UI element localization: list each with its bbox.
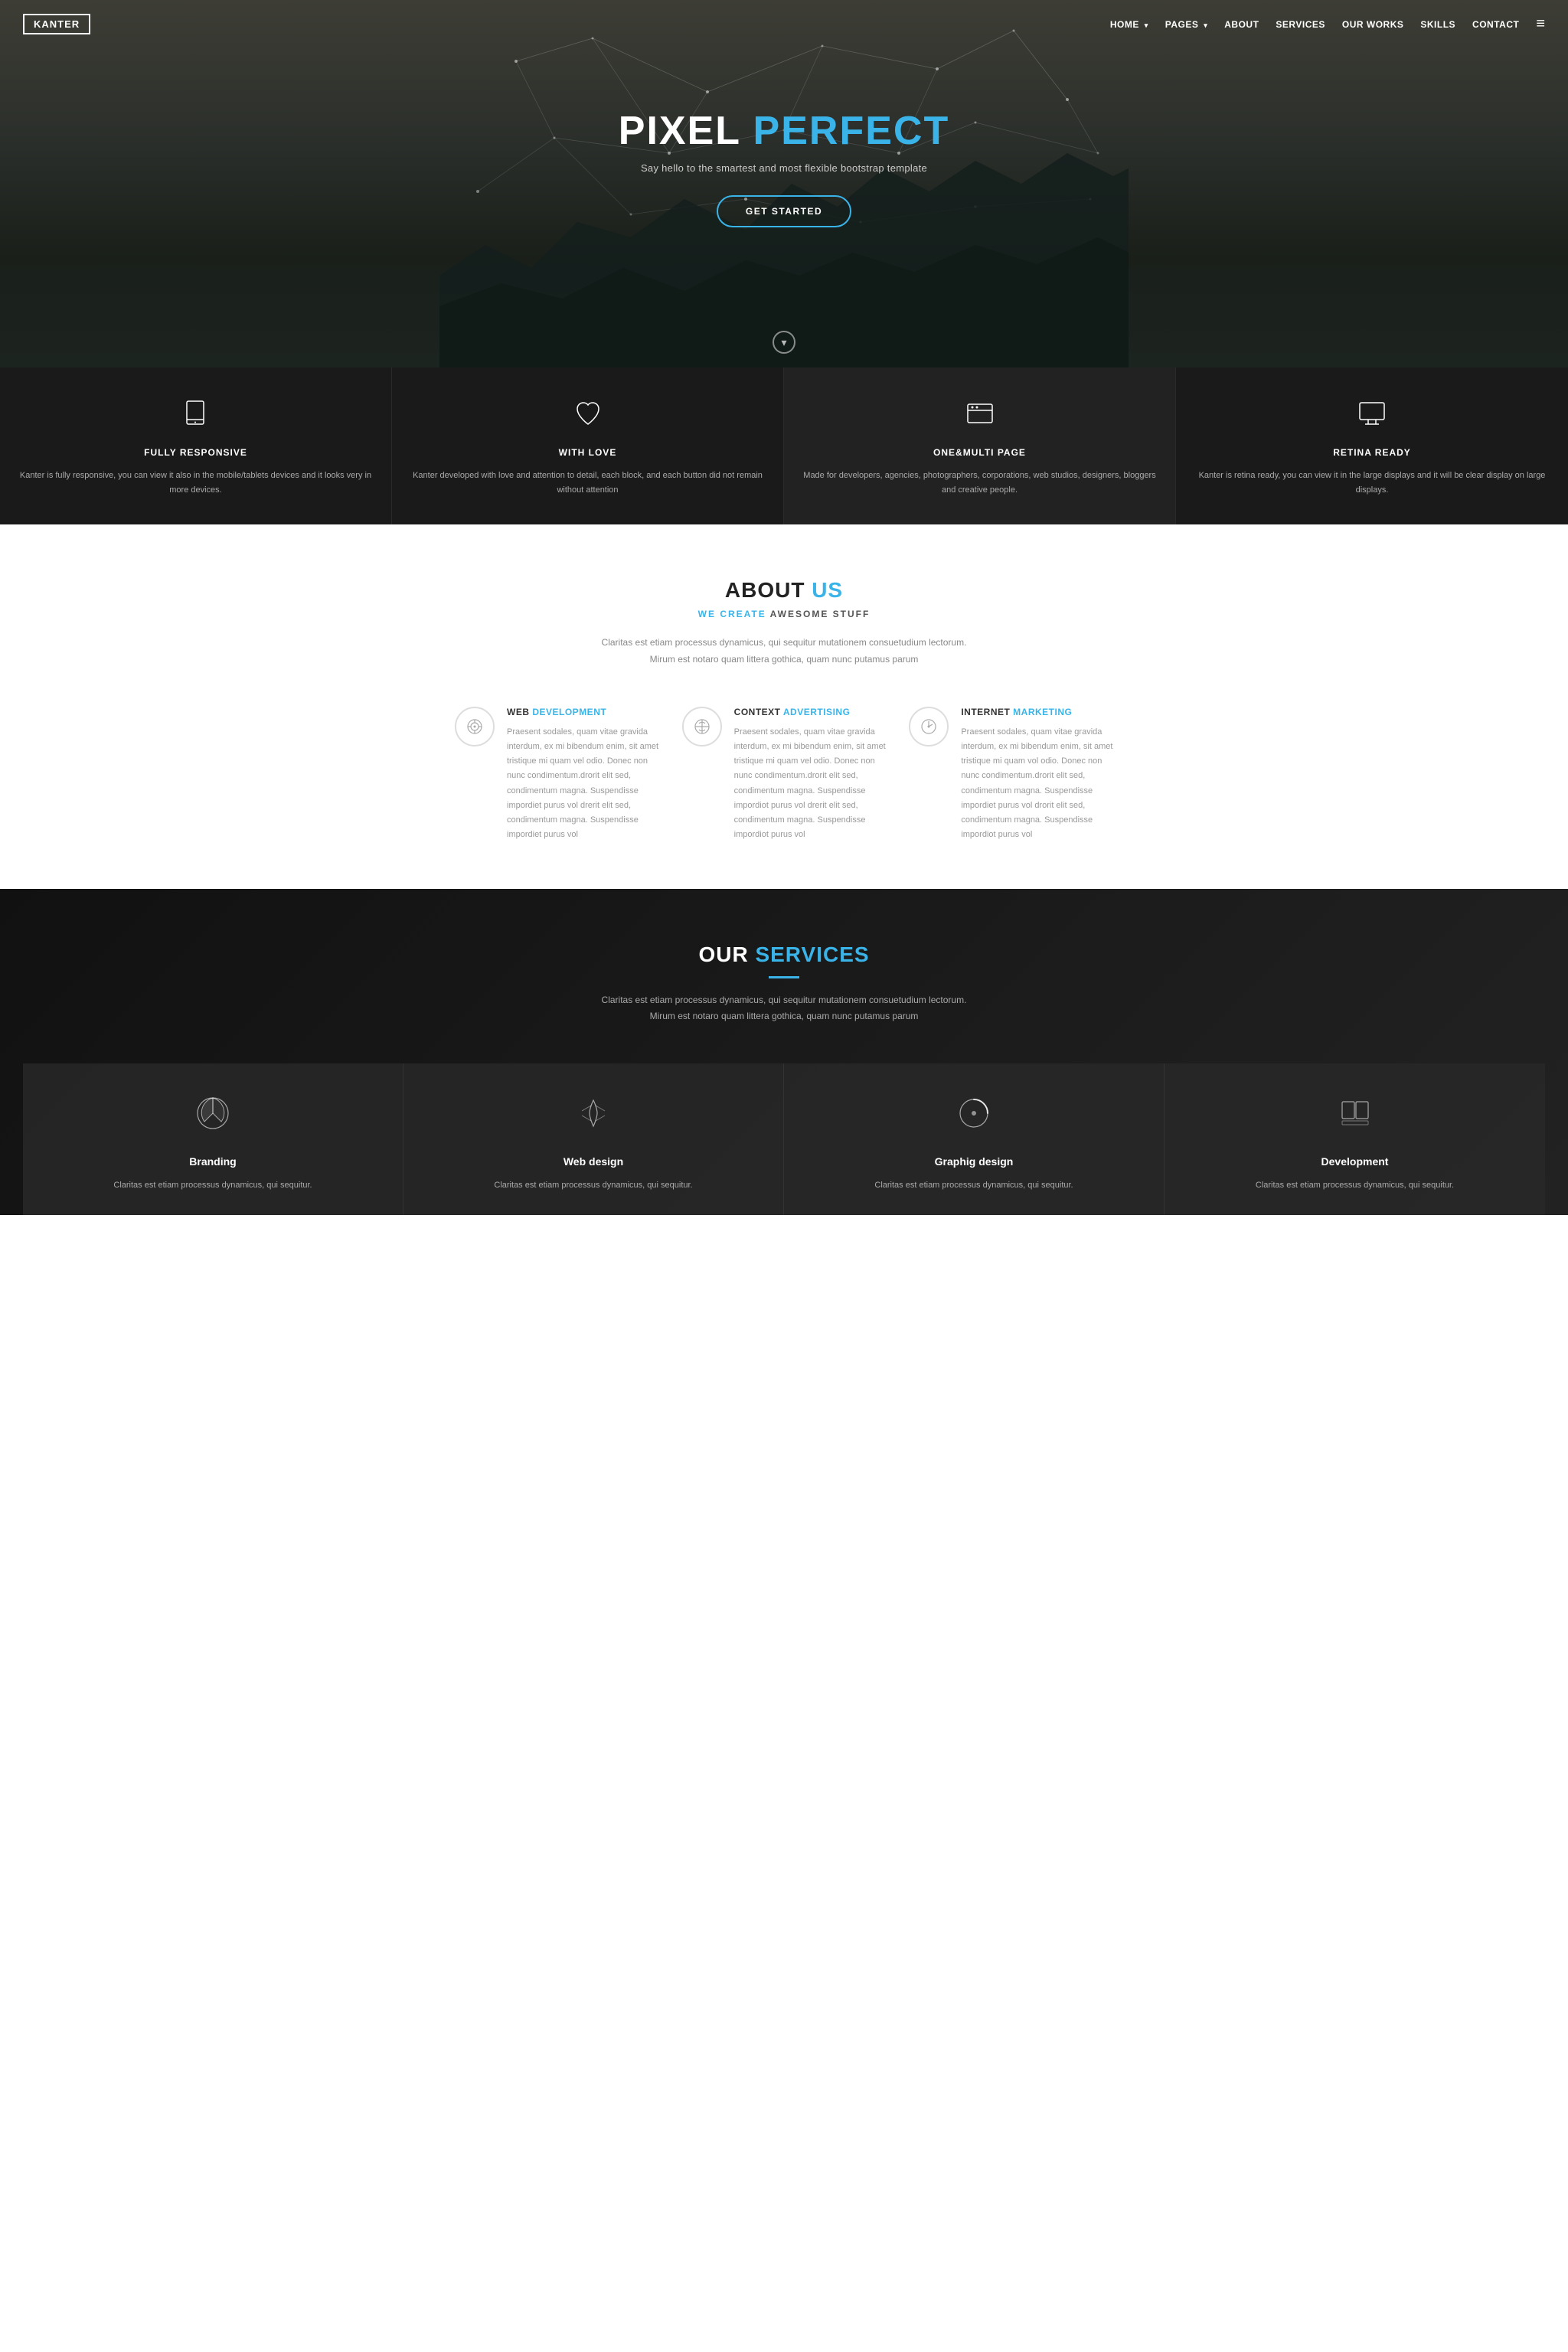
feature-title-love: WITH LOVE: [410, 447, 765, 458]
about-features-grid: WEB DEVELOPMENT Praesent sodales, quam v…: [455, 707, 1113, 843]
service-card-development-desc: Claritas est etiam processus dynamicus, …: [1180, 1178, 1530, 1193]
feature-item-love: WITH LOVE Kanter developed with love and…: [392, 368, 784, 524]
nav-link-pages[interactable]: PAGES ▾: [1165, 19, 1208, 30]
feature-desc-retina: Kanter is retina ready, you can view it …: [1194, 469, 1550, 497]
services-section: OUR SERVICES Claritas est etiam processu…: [0, 889, 1568, 1216]
about-subtitle: WE CREATE AWESOME STUFF: [31, 609, 1537, 619]
service-card-development-title: Development: [1180, 1155, 1530, 1168]
about-feature-marketing: INTERNET MARKETING Praesent sodales, qua…: [909, 707, 1113, 843]
about-feature-webdev-desc: Praesent sodales, quam vitae gravida int…: [507, 725, 659, 843]
hero-section: PIXEL PERFECT Say hello to the smartest …: [0, 0, 1568, 368]
service-card-graphicdesign-desc: Claritas est etiam processus dynamicus, …: [799, 1178, 1148, 1193]
feature-title-responsive: FULLY RESPONSIVE: [18, 447, 373, 458]
about-feature-webdev-content: WEB DEVELOPMENT Praesent sodales, quam v…: [507, 707, 659, 843]
heart-icon: [410, 398, 765, 433]
webdesign-icon: [419, 1094, 768, 1140]
hero-title: PIXEL PERFECT: [619, 109, 949, 153]
nav-menu-icon[interactable]: ≡: [1536, 15, 1545, 33]
hamburger-icon[interactable]: ≡: [1536, 15, 1545, 32]
nav-item-about[interactable]: ABOUT: [1224, 18, 1259, 31]
service-card-development: Development Claritas est etiam processus…: [1165, 1063, 1545, 1216]
advertising-icon: [682, 707, 722, 746]
webdev-icon: [455, 707, 495, 746]
nav-item-ourworks[interactable]: OUR WORKS: [1342, 18, 1404, 31]
about-feature-webdev-title: WEB DEVELOPMENT: [507, 707, 659, 717]
service-card-branding: Branding Claritas est etiam processus dy…: [23, 1063, 403, 1216]
about-feature-marketing-content: INTERNET MARKETING Praesent sodales, qua…: [961, 707, 1113, 843]
nav-link-services[interactable]: SERVICES: [1276, 19, 1325, 30]
services-desc: Claritas est etiam processus dynamicus, …: [593, 992, 975, 1025]
hero-cta-button[interactable]: GET STARTED: [717, 195, 851, 227]
about-feature-webdev: WEB DEVELOPMENT Praesent sodales, quam v…: [455, 707, 659, 843]
hero-subtitle: Say hello to the smartest and most flexi…: [619, 162, 949, 174]
browser-icon: [802, 398, 1157, 433]
brand-logo[interactable]: KANTER: [23, 14, 90, 34]
hero-title-part1: PIXEL: [619, 109, 753, 153]
service-card-webdesign-desc: Claritas est etiam processus dynamicus, …: [419, 1178, 768, 1193]
about-feature-marketing-desc: Praesent sodales, quam vitae gravida int…: [961, 725, 1113, 843]
hero-content: PIXEL PERFECT Say hello to the smartest …: [619, 109, 949, 227]
feature-title-retina: RETINA READY: [1194, 447, 1550, 458]
marketing-icon: [909, 707, 949, 746]
about-feature-advertising-desc: Praesent sodales, quam vitae gravida int…: [734, 725, 887, 843]
about-feature-advertising-title: CONTEXT ADVERTISING: [734, 707, 887, 717]
services-title: OUR SERVICES: [23, 942, 1545, 967]
nav-links: HOME ▾ PAGES ▾ ABOUT SERVICES OUR WORKS …: [1110, 15, 1545, 33]
features-strip: FULLY RESPONSIVE Kanter is fully respons…: [0, 368, 1568, 524]
nav-link-home[interactable]: HOME ▾: [1110, 19, 1148, 30]
service-card-graphicdesign-title: Graphig design: [799, 1155, 1148, 1168]
nav-link-skills[interactable]: SKILLS: [1420, 19, 1455, 30]
navbar: KANTER HOME ▾ PAGES ▾ ABOUT SERVICES OUR…: [0, 0, 1568, 48]
service-card-graphicdesign: Graphig design Claritas est etiam proces…: [784, 1063, 1165, 1216]
nav-item-pages[interactable]: PAGES ▾: [1165, 18, 1208, 31]
nav-link-about[interactable]: ABOUT: [1224, 19, 1259, 30]
nav-item-home[interactable]: HOME ▾: [1110, 18, 1148, 31]
service-card-branding-title: Branding: [38, 1155, 387, 1168]
about-subtitle-part2: AWESOME STUFF: [770, 609, 871, 619]
feature-item-retina: RETINA READY Kanter is retina ready, you…: [1176, 368, 1568, 524]
about-desc: Claritas est etiam processus dynamicus, …: [593, 635, 975, 668]
feature-desc-responsive: Kanter is fully responsive, you can view…: [18, 469, 373, 497]
about-feature-advertising: CONTEXT ADVERTISING Praesent sodales, qu…: [682, 707, 887, 843]
monitor-icon: [1194, 398, 1550, 433]
development-icon: [1180, 1094, 1530, 1140]
branding-icon: [38, 1094, 387, 1140]
feature-item-multipage: ONE&MULTI PAGE Made for developers, agen…: [784, 368, 1176, 524]
nav-link-ourworks[interactable]: OUR WORKS: [1342, 19, 1404, 30]
feature-title-multipage: ONE&MULTI PAGE: [802, 447, 1157, 458]
about-subtitle-part1: WE CREATE: [698, 609, 770, 619]
about-section: ABOUT US WE CREATE AWESOME STUFF Clarita…: [0, 524, 1568, 888]
nav-item-skills[interactable]: SKILLS: [1420, 18, 1455, 31]
feature-desc-love: Kanter developed with love and attention…: [410, 469, 765, 497]
about-feature-marketing-title: INTERNET MARKETING: [961, 707, 1113, 717]
services-grid: Branding Claritas est etiam processus dy…: [23, 1063, 1545, 1216]
feature-item-responsive: FULLY RESPONSIVE Kanter is fully respons…: [0, 368, 392, 524]
services-title-part1: OUR: [698, 942, 755, 966]
nav-link-contact[interactable]: CONTACT: [1472, 19, 1519, 30]
service-card-webdesign: Web design Claritas est etiam processus …: [403, 1063, 784, 1216]
nav-item-services[interactable]: SERVICES: [1276, 18, 1325, 31]
about-feature-advertising-content: CONTEXT ADVERTISING Praesent sodales, qu…: [734, 707, 887, 843]
service-card-branding-desc: Claritas est etiam processus dynamicus, …: [38, 1178, 387, 1193]
hero-title-highlight: PERFECT: [753, 109, 950, 153]
dropdown-caret: ▾: [1145, 21, 1148, 29]
service-card-webdesign-title: Web design: [419, 1155, 768, 1168]
about-title: ABOUT US: [31, 578, 1537, 603]
responsive-icon: [18, 398, 373, 433]
graphicdesign-icon: [799, 1094, 1148, 1140]
about-title-part2: US: [812, 578, 843, 602]
services-title-part2: SERVICES: [755, 942, 869, 966]
scroll-down-button[interactable]: ▾: [773, 331, 795, 354]
about-title-part1: ABOUT: [725, 578, 812, 602]
chevron-down-icon: ▾: [781, 336, 786, 349]
dropdown-caret: ▾: [1204, 21, 1207, 29]
nav-item-contact[interactable]: CONTACT: [1472, 18, 1519, 31]
feature-desc-multipage: Made for developers, agencies, photograp…: [802, 469, 1157, 497]
